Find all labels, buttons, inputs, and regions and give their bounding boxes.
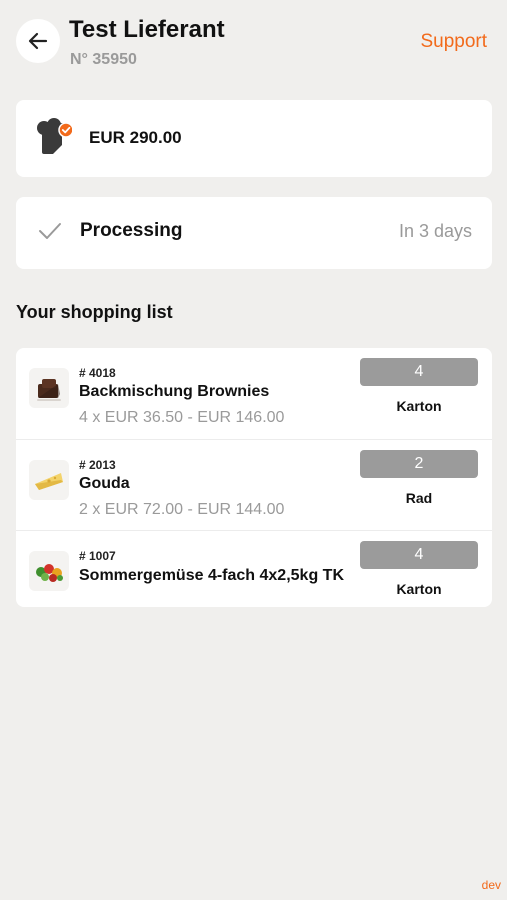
- chef-hat-verified-icon: [37, 118, 72, 154]
- item-price: 2 x EUR 72.00 - EUR 144.00: [79, 501, 285, 518]
- list-item[interactable]: # 2013 Gouda 2 x EUR 72.00 - EUR 144.00 …: [16, 439, 492, 531]
- back-button[interactable]: [16, 19, 60, 63]
- header: Test Lieferant N° 35950 Support: [0, 0, 507, 90]
- support-link[interactable]: Support: [420, 31, 487, 53]
- item-name: Sommergemüse 4-fach 4x2,5kg TK: [79, 567, 344, 584]
- list-item[interactable]: # 1007 Sommergemüse 4-fach 4x2,5kg TK 4 …: [16, 530, 492, 607]
- shopping-list: # 4018 Backmischung Brownies 4 x EUR 36.…: [16, 348, 492, 607]
- unit-label: Rad: [405, 490, 433, 506]
- unit-label: Karton: [396, 581, 442, 597]
- item-number: # 2013: [79, 458, 116, 472]
- list-item[interactable]: # 4018 Backmischung Brownies 4 x EUR 36.…: [16, 348, 492, 440]
- item-number: # 1007: [79, 549, 116, 563]
- shopping-list-title: Your shopping list: [16, 302, 173, 322]
- quantity-badge[interactable]: 4: [360, 358, 478, 386]
- total-card: EUR 290.00: [16, 100, 492, 177]
- status-card: Processing In 3 days: [16, 197, 492, 269]
- item-price: 4 x EUR 36.50 - EUR 146.00: [79, 409, 285, 426]
- check-icon: [39, 223, 61, 239]
- item-number: # 4018: [79, 366, 116, 380]
- cheese-thumbnail: [29, 460, 69, 500]
- status-label: Processing: [80, 220, 183, 241]
- vegetables-thumbnail: [29, 551, 69, 591]
- order-number: N° 35950: [70, 51, 137, 68]
- item-name: Gouda: [79, 475, 130, 492]
- item-name: Backmischung Brownies: [79, 383, 270, 400]
- quantity-badge[interactable]: 4: [360, 541, 478, 569]
- page-title: Test Lieferant: [69, 16, 225, 43]
- brownie-thumbnail: [29, 368, 69, 408]
- environment-label: dev: [481, 878, 501, 892]
- total-amount: EUR 290.00: [89, 128, 182, 147]
- arrow-left-icon: [28, 32, 48, 50]
- unit-label: Karton: [396, 398, 442, 414]
- status-eta: In 3 days: [398, 221, 472, 241]
- quantity-badge[interactable]: 2: [360, 450, 478, 478]
